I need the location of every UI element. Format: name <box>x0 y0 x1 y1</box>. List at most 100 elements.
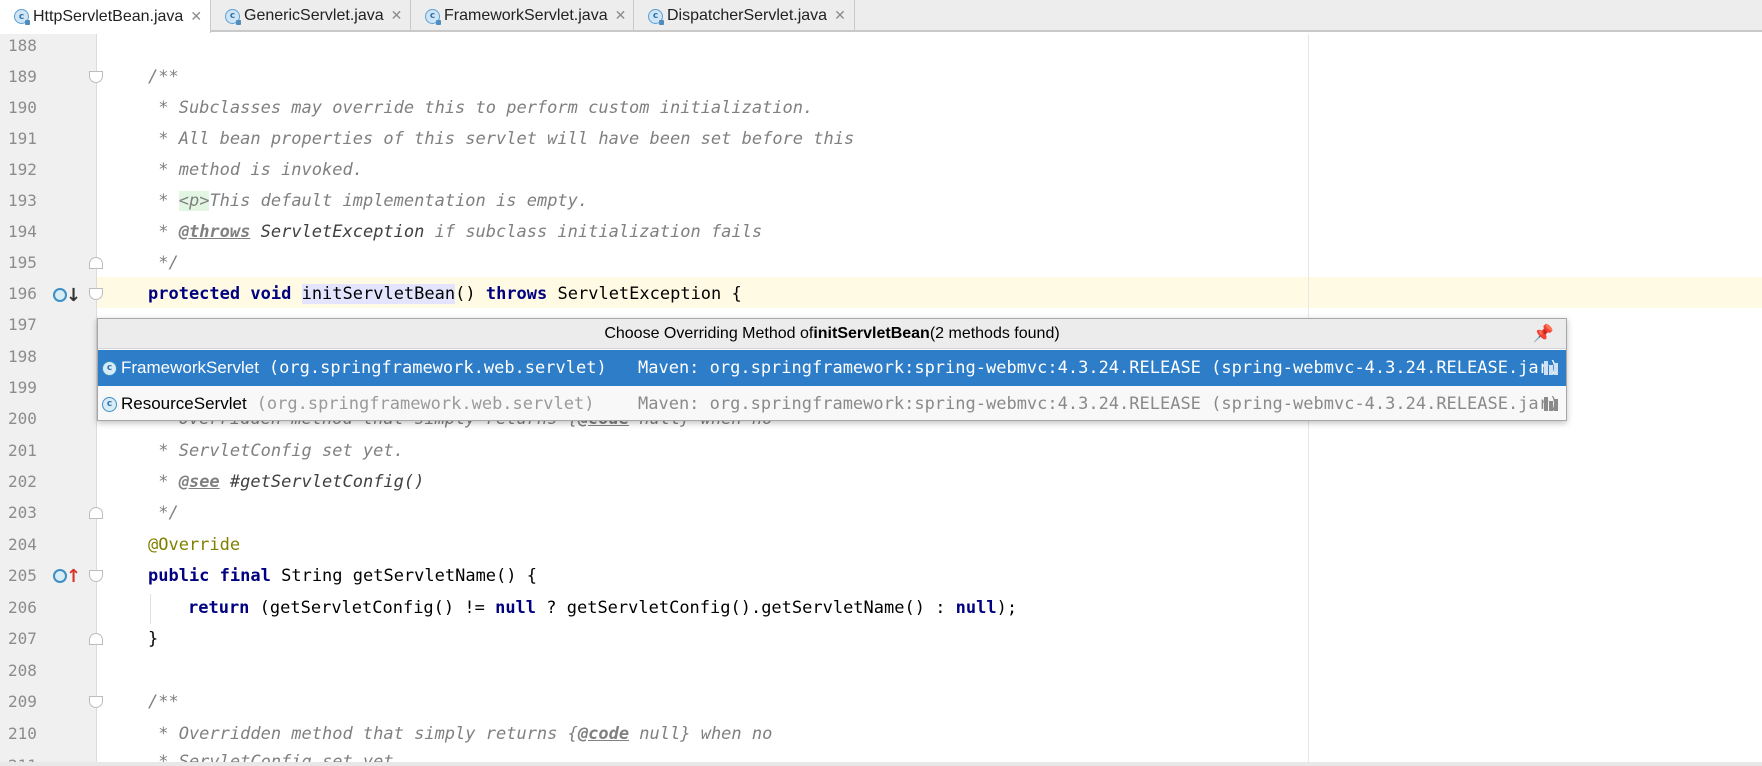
code-line-192: * method is invoked. <box>148 160 363 180</box>
code-line-201: * ServletConfig set yet. <box>148 441 404 461</box>
editor-tab-bar: c HttpServletBean.java ✕ c GenericServle… <box>0 0 1762 33</box>
bottom-border <box>0 762 1762 766</box>
javadoc-tag: @code <box>577 724 630 744</box>
close-icon[interactable]: ✕ <box>615 8 627 24</box>
line-number: 206 <box>8 598 37 617</box>
arrow-up-icon[interactable]: ↑ <box>66 567 81 587</box>
item-class-name: ResourceServlet <box>121 394 247 413</box>
code-line-210: * Overridden method that simply returns … <box>148 724 772 744</box>
line-number: 200 <box>8 409 37 428</box>
choose-overriding-method-popup[interactable]: Choose Overriding Method of initServletB… <box>97 318 1567 421</box>
code-line-193: * <p>This default implementation is empt… <box>148 191 588 211</box>
tab-label: FrameworkServlet.java <box>444 7 608 24</box>
tab-label: GenericServlet.java <box>244 7 384 24</box>
item-package: (org.springframework.web.servlet) <box>256 394 595 414</box>
arrow-down-icon[interactable]: ↓ <box>66 286 81 306</box>
item-package: (org.springframework.web.servlet) <box>268 358 607 378</box>
line-number: 195 <box>8 253 37 272</box>
line-number: 205 <box>8 566 37 585</box>
code-line-203: */ <box>148 503 179 523</box>
popup-title-text: Choose Overriding Method of <box>604 324 814 342</box>
code-line-191: * All bean properties of this servlet wi… <box>148 129 855 149</box>
fold-marker[interactable] <box>89 71 103 83</box>
tab-label: DispatcherServlet.java <box>667 7 828 24</box>
code-line-195: */ <box>148 253 179 273</box>
code-text: #getServletConfig() <box>219 472 425 492</box>
java-class-icon: c <box>102 396 117 412</box>
code-text: String getServletName() { <box>281 566 537 586</box>
fold-marker[interactable] <box>89 257 103 269</box>
java-class-icon: c <box>102 360 117 376</box>
tab-dispatcherservlet[interactable]: c DispatcherServlet.java ✕ <box>634 0 855 32</box>
keyword: final <box>219 566 271 586</box>
keyword: null <box>955 598 997 618</box>
html-tag: <p> <box>178 191 210 211</box>
code-text: * <box>148 472 179 492</box>
code-line-194: * @throws ServletException if subclass i… <box>148 222 762 242</box>
line-number: 197 <box>8 315 37 334</box>
keyword: void <box>250 284 292 304</box>
code-line-202: * @see #getServletConfig() <box>148 472 424 492</box>
keyword: throws <box>485 284 548 304</box>
code-text: (getServletConfig() != <box>259 598 496 618</box>
tab-httpservletbean[interactable]: c HttpServletBean.java ✕ <box>0 0 211 33</box>
library-icon <box>1544 397 1560 411</box>
java-class-icon: c <box>425 8 441 25</box>
line-number: 204 <box>8 535 37 554</box>
code-text: ? getServletConfig().getServletName() : <box>536 598 956 618</box>
java-class-icon: c <box>14 9 30 25</box>
line-number: 188 <box>8 36 37 55</box>
method-name[interactable]: initServletBean <box>301 284 456 304</box>
overridden-method-icon[interactable] <box>53 288 67 302</box>
code-line-209: /** <box>148 692 179 712</box>
code-text: if subclass initialization fails <box>424 222 763 242</box>
pin-icon[interactable]: 📌 <box>1533 324 1554 344</box>
fold-marker[interactable] <box>89 570 103 582</box>
tab-label: HttpServletBean.java <box>33 7 184 25</box>
code-text: * <box>148 191 179 211</box>
popup-item-resourceservlet[interactable]: c ResourceServlet (org.springframework.w… <box>98 386 1566 422</box>
code-text: null} when no <box>629 724 773 744</box>
line-number: 207 <box>8 629 37 648</box>
line-number: 198 <box>8 347 37 366</box>
code-text: () <box>455 284 476 304</box>
popup-item-frameworkservlet[interactable]: c FrameworkServlet (org.springframework.… <box>98 350 1566 386</box>
popup-title: Choose Overriding Method of initServletB… <box>98 319 1566 349</box>
line-number: 189 <box>8 67 37 86</box>
item-source: Maven: org.springframework:spring-webmvc… <box>638 394 1560 414</box>
line-number: 192 <box>8 160 37 179</box>
line-number: 199 <box>8 378 37 397</box>
item-class-name: FrameworkServlet <box>121 358 259 377</box>
popup-title-count: (2 methods found) <box>929 324 1060 342</box>
code-text: * Overridden method that simply returns … <box>148 724 578 744</box>
line-number: 208 <box>8 661 37 680</box>
code-text: ); <box>996 598 1018 618</box>
code-line-189: /** <box>148 67 179 87</box>
item-source: Maven: org.springframework:spring-webmvc… <box>638 358 1560 378</box>
tab-genericservlet[interactable]: c GenericServlet.java ✕ <box>211 0 411 32</box>
code-line-207: } <box>148 629 159 649</box>
code-line-211: * ServletConfig set yet. <box>148 752 404 762</box>
fold-marker[interactable] <box>89 633 103 645</box>
java-class-icon: c <box>648 8 664 25</box>
overrides-method-icon[interactable] <box>53 569 67 583</box>
fold-marker[interactable] <box>89 507 103 519</box>
keyword: protected <box>148 284 241 304</box>
code-text: * <box>148 222 179 242</box>
fold-marker[interactable] <box>89 696 103 708</box>
line-number: 201 <box>8 441 37 460</box>
code-text: ServletException { <box>557 284 742 304</box>
close-icon[interactable]: ✕ <box>190 9 202 25</box>
code-line-204: @Override <box>148 535 241 555</box>
code-line-206: return (getServletConfig() != null ? get… <box>188 598 1017 618</box>
line-number: 202 <box>8 472 37 491</box>
line-number: 210 <box>8 724 37 743</box>
code-line-205: public final String getServletName() { <box>148 566 537 586</box>
close-icon[interactable]: ✕ <box>391 8 403 24</box>
keyword: null <box>495 598 537 618</box>
close-icon[interactable]: ✕ <box>834 8 846 24</box>
code-line-196: protected void initServletBean() throws … <box>148 284 742 304</box>
popup-title-method: initServletBean <box>813 324 930 342</box>
tab-frameworkservlet[interactable]: c FrameworkServlet.java ✕ <box>411 0 634 32</box>
javadoc-tag: @see <box>178 472 220 492</box>
